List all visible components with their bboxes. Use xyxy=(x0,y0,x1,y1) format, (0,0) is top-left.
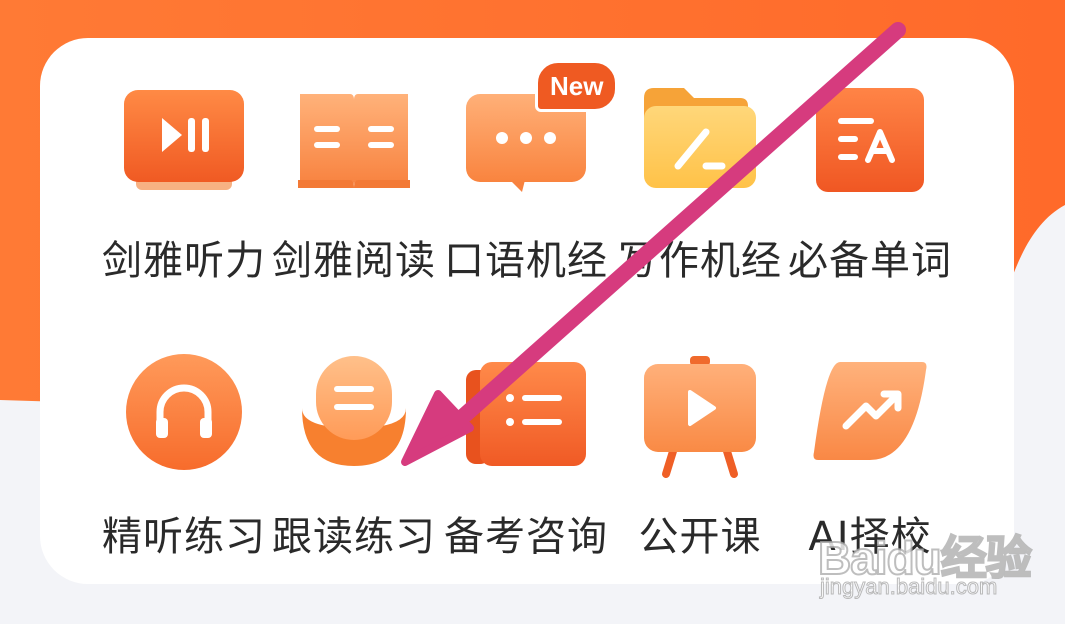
menu-item-label: 口语机经 xyxy=(444,238,608,284)
menu-item-label: 备考咨询 xyxy=(444,514,608,560)
new-badge: New xyxy=(535,60,619,112)
headphones-icon xyxy=(94,354,274,506)
vocabulary-icon xyxy=(780,88,960,238)
watermark-url: jingyan.baidu.com xyxy=(819,574,998,600)
baidu-jingyan-watermark: Baidu经验 jingyan.baidu.com xyxy=(817,522,1038,612)
list-icon xyxy=(436,356,616,506)
menu-item-label: 剑雅阅读 xyxy=(272,238,436,284)
play-pause-icon xyxy=(94,88,274,238)
video-easel-icon xyxy=(610,356,790,506)
menu-item-label: 必备单词 xyxy=(788,238,952,284)
trend-up-icon xyxy=(780,356,960,506)
microphone-icon xyxy=(264,356,444,506)
folder-pen-icon xyxy=(610,88,790,238)
menu-item-label: 跟读练习 xyxy=(272,514,436,560)
open-book-icon xyxy=(264,88,444,238)
